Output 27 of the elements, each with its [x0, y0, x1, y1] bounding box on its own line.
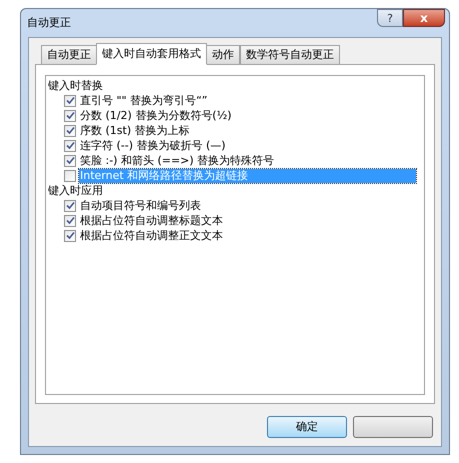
option-label[interactable]: 序数 (1st) 替换为上标	[79, 124, 416, 138]
option-label[interactable]: 连字符 (--) 替换为破折号 (—)	[79, 138, 416, 152]
tab[interactable]: 数学符号自动更正	[240, 45, 340, 64]
checkbox[interactable]	[64, 94, 76, 106]
option-label[interactable]: 直引号 "" 替换为弯引号“”	[79, 94, 416, 108]
option-label[interactable]: 分数 (1/2) 替换为分数符号(½)	[79, 108, 416, 122]
group-heading: 键入时应用	[48, 185, 103, 196]
checkbox[interactable]	[64, 110, 76, 122]
checkbox[interactable]	[64, 124, 76, 136]
tab[interactable]: 动作	[206, 45, 240, 64]
tab[interactable]: 键入时自动套用格式	[96, 43, 207, 65]
option-label[interactable]: 根据占位符自动调整标题文本	[79, 214, 416, 228]
option-label[interactable]: 笑脸 :-) 和箭头 (==>) 替换为特殊符号	[79, 154, 416, 168]
checkbox[interactable]	[64, 200, 76, 212]
option-label[interactable]: 自动项目符号和编号列表	[79, 198, 416, 212]
checkbox[interactable]	[64, 170, 76, 182]
checkbox[interactable]	[64, 230, 76, 242]
window-title: 自动更正	[27, 14, 71, 31]
option-label[interactable]: 根据占位符自动调整正文文本	[79, 228, 416, 242]
help-button[interactable]: ?	[377, 9, 403, 27]
group-heading: 键入时替换	[48, 80, 103, 91]
ok-button[interactable]: 确定	[267, 416, 347, 438]
checkbox[interactable]	[64, 140, 76, 152]
cancel-button[interactable]	[353, 416, 433, 438]
checkbox[interactable]	[64, 214, 76, 226]
tab[interactable]: 自动更正	[41, 45, 97, 64]
checkbox[interactable]	[64, 154, 76, 166]
